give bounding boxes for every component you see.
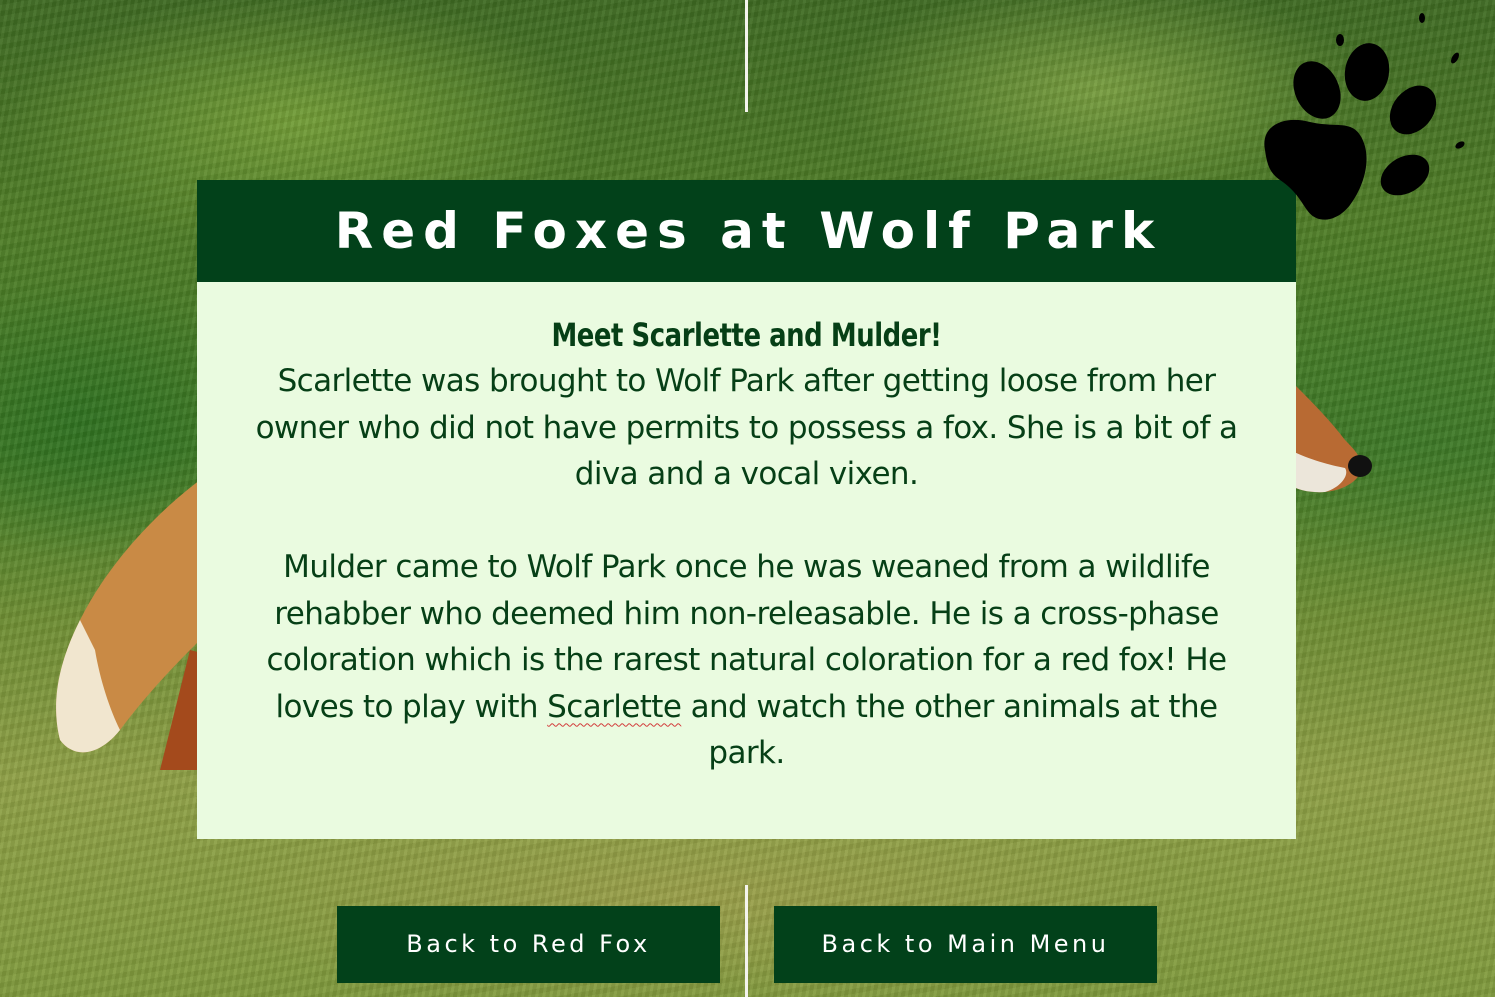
back-to-main-menu-button[interactable]: Back to Main Menu bbox=[774, 906, 1157, 983]
page-title: Red Foxes at Wolf Park bbox=[334, 202, 1163, 260]
back-to-red-fox-button[interactable]: Back to Red Fox bbox=[337, 906, 720, 983]
divider-bottom bbox=[745, 885, 748, 997]
card-heading: Meet Scarlette and Mulder! bbox=[551, 316, 942, 354]
divider-top bbox=[745, 0, 748, 112]
mulder-text-end: and watch the other animals at the park. bbox=[681, 688, 1219, 772]
mulder-paragraph: Mulder came to Wolf Park once he was wea… bbox=[247, 544, 1246, 777]
fox-snout-image bbox=[1290, 380, 1372, 493]
paw-print-icon bbox=[1264, 13, 1465, 220]
spellcheck-word: Scarlette bbox=[547, 688, 682, 725]
scarlette-paragraph: Scarlette was brought to Wolf Park after… bbox=[255, 363, 1238, 492]
card-body: Meet Scarlette and Mulder! Scarlette was… bbox=[247, 312, 1246, 777]
card-header: Red Foxes at Wolf Park bbox=[197, 180, 1296, 282]
info-card: Red Foxes at Wolf Park Meet Scarlette an… bbox=[197, 180, 1296, 839]
page-background: Red Foxes at Wolf Park Meet Scarlette an… bbox=[0, 0, 1495, 997]
